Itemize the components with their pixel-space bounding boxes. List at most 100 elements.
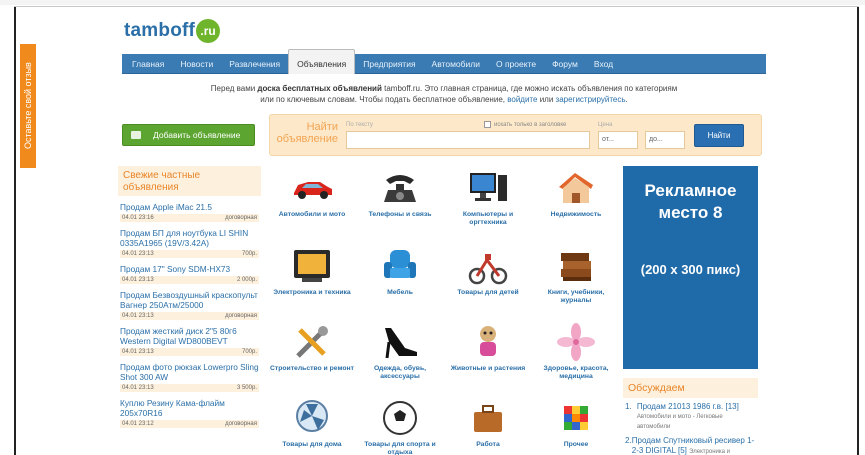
nav-item-companies[interactable]: Предприятия (355, 54, 423, 74)
intro-text: Перед вами доска бесплатных объявлений t… (122, 83, 766, 105)
search-input[interactable] (346, 131, 590, 149)
fan-icon (290, 398, 334, 438)
ad-title[interactable]: Продам Безвоздушный краскопульт Вагнер 2… (120, 290, 259, 310)
tv-icon (290, 246, 334, 286)
page-frame-right (857, 6, 859, 455)
page-frame-top (14, 6, 859, 7)
site-logo[interactable]: tamboff .ru (124, 18, 221, 44)
title-only-option[interactable]: искать только в заголовке (484, 121, 566, 128)
ad-title[interactable]: Продам жесткий диск 2"5 80г6 Western Dig… (120, 326, 259, 346)
category-label: Автомобили и мото (278, 211, 346, 218)
nav-item-forum[interactable]: Форум (544, 54, 586, 74)
category-label: Животные и растения (450, 365, 526, 372)
list-item[interactable]: Продам жесткий диск 2"5 80г6 Western Dig… (118, 326, 261, 356)
discussion-category: Электроника и (689, 449, 730, 455)
ad-date: 04.01 23:13 (122, 251, 154, 257)
list-item[interactable]: Продам Apple iMac 21.5 04.01 23:16 догово… (118, 202, 261, 222)
car-icon (290, 168, 334, 208)
ad-title[interactable]: Продам 17" Sony SDM-HX73 (120, 264, 259, 274)
list-item[interactable]: Продам фото рюкзак Lowerpro Sling Shot 3… (118, 362, 261, 392)
banner-title: Рекламное место 8 (644, 181, 737, 222)
flower-icon (554, 322, 598, 362)
search-title: Найти объявление (276, 121, 338, 145)
ad-meta: 04.01 23:13 2 000р. (120, 276, 259, 284)
find-button[interactable]: Найти (694, 124, 744, 147)
category-label: Телефоны и связь (368, 211, 432, 218)
ad-date: 04.01 23:13 (122, 349, 154, 355)
category-furniture[interactable]: Мебель (356, 246, 444, 297)
ad-price: 2 000р. (236, 277, 257, 283)
armchair-icon (378, 246, 422, 286)
books-icon (554, 246, 598, 286)
category-label: Товары для спорта и отдыха (364, 441, 436, 455)
intro-or: или (537, 95, 556, 104)
ad-meta: 04.01 23:12 договорная (120, 420, 259, 428)
briefcase-icon (466, 398, 510, 438)
discussion-link[interactable]: Продам 21013 1986 г.в. [13] (637, 402, 739, 411)
category-label: Мебель (387, 289, 413, 296)
category-home-goods[interactable]: Товары для дома (268, 398, 356, 449)
ad-date: 04.01 23:13 (122, 313, 154, 319)
category-kids[interactable]: Товары для детей (444, 246, 532, 297)
list-item: 1. Продам 21013 1986 г.в. [13] Автомобил… (623, 398, 758, 432)
ad-title[interactable]: Куплю Резину Кама-флайм 205х70R16 (120, 398, 259, 418)
ad-meta: 04.01 23:13 700р. (120, 250, 259, 258)
list-item[interactable]: Куплю Резину Кама-флайм 205х70R16 04.01 … (118, 398, 261, 428)
logo-text: tamboff (124, 20, 196, 41)
category-health[interactable]: Здоровье, красота, медицина (532, 322, 620, 380)
ad-title[interactable]: Продам фото рюкзак Lowerpro Sling Shot 3… (120, 362, 259, 382)
nav-item-news[interactable]: Новости (172, 54, 221, 74)
category-other[interactable]: Прочее (532, 398, 620, 449)
add-ad-button[interactable]: Добавить объявление (122, 124, 255, 146)
discussion-title: Обсуждаем (623, 378, 758, 398)
nav-item-home[interactable]: Главная (124, 54, 172, 74)
category-phones[interactable]: Телефоны и связь (356, 168, 444, 219)
fresh-ads-panel: Свежие частные объявления Продам Apple i… (118, 166, 261, 455)
nav-item-login[interactable]: Вход (586, 54, 621, 74)
nav-item-about[interactable]: О проекте (488, 54, 544, 74)
list-item[interactable]: Продам Безвоздушный краскопульт Вагнер 2… (118, 290, 261, 320)
title-only-checkbox[interactable] (484, 121, 491, 128)
nav-item-cars[interactable]: Автомобили (424, 54, 488, 74)
intro-bold: доска бесплатных объявлений (257, 84, 382, 93)
intro-prefix: Перед вами (210, 84, 258, 93)
ad-title[interactable]: Продам Apple iMac 21.5 (120, 202, 259, 212)
item-number: 1. (625, 402, 632, 411)
category-construction[interactable]: Строительство и ремонт (268, 322, 356, 373)
category-electronics[interactable]: Электроника и техника (268, 246, 356, 297)
intro-end: . (625, 95, 628, 104)
category-clothing[interactable]: Одежда, обувь, аксессуары (356, 322, 444, 380)
list-item: 2. Продам Спутниковый ресивер 1-2-3 DIGI… (623, 432, 758, 455)
search-panel: Найти объявление По тексту искать только… (269, 114, 762, 156)
feedback-tab[interactable]: Оставьте свой отзыв (20, 44, 36, 168)
category-sports[interactable]: Товары для спорта и отдыха (356, 398, 444, 455)
category-books[interactable]: Книги, учебники, журналы (532, 246, 620, 304)
category-label: Одежда, обувь, аксессуары (373, 365, 427, 380)
nav-item-ads[interactable]: Объявления (288, 48, 356, 74)
category-cars[interactable]: Автомобили и мото (268, 168, 356, 219)
list-item[interactable]: Продам БП для ноутбука LI SHIN 0335A1965… (118, 228, 261, 258)
main-nav: Главная Новости Развлечения Объявления П… (122, 48, 766, 74)
register-link[interactable]: зарегистрируйтесь (556, 95, 626, 104)
category-computers[interactable]: Компьютеры и оргтехника (444, 168, 532, 226)
category-realty[interactable]: Недвижимость (532, 168, 620, 219)
nav-item-entertainment[interactable]: Развлечения (221, 54, 288, 74)
category-jobs[interactable]: Работа (444, 398, 532, 449)
price-from-input[interactable]: от... (598, 131, 638, 149)
price-to-input[interactable]: до... (645, 131, 685, 149)
banner-size: (200 х 300 пикс) (640, 262, 741, 277)
intro-line2: или по ключевым словам. Чтобы подать бес… (260, 95, 508, 104)
list-item[interactable]: Продам 17" Sony SDM-HX73 04.01 23:13 2 00… (118, 264, 261, 284)
browser-top-strip (0, 0, 865, 5)
document-icon (131, 131, 141, 139)
ad-banner[interactable]: Рекламное место 8 (200 х 300 пикс) (623, 166, 758, 369)
ad-price: 3 500р. (236, 385, 257, 391)
price-label: Цена (598, 122, 613, 128)
discussion-category: Автомобили и мото - Легковые автомобили (636, 414, 723, 430)
ad-date: 04.01 23:13 (122, 277, 154, 283)
ad-date: 04.01 23:16 (122, 215, 154, 221)
category-label: Товары для дома (282, 441, 342, 448)
login-link[interactable]: войдите (507, 95, 537, 104)
ad-title[interactable]: Продам БП для ноутбука LI SHIN 0335A1965… (120, 228, 259, 248)
category-animals[interactable]: Животные и растения (444, 322, 532, 373)
